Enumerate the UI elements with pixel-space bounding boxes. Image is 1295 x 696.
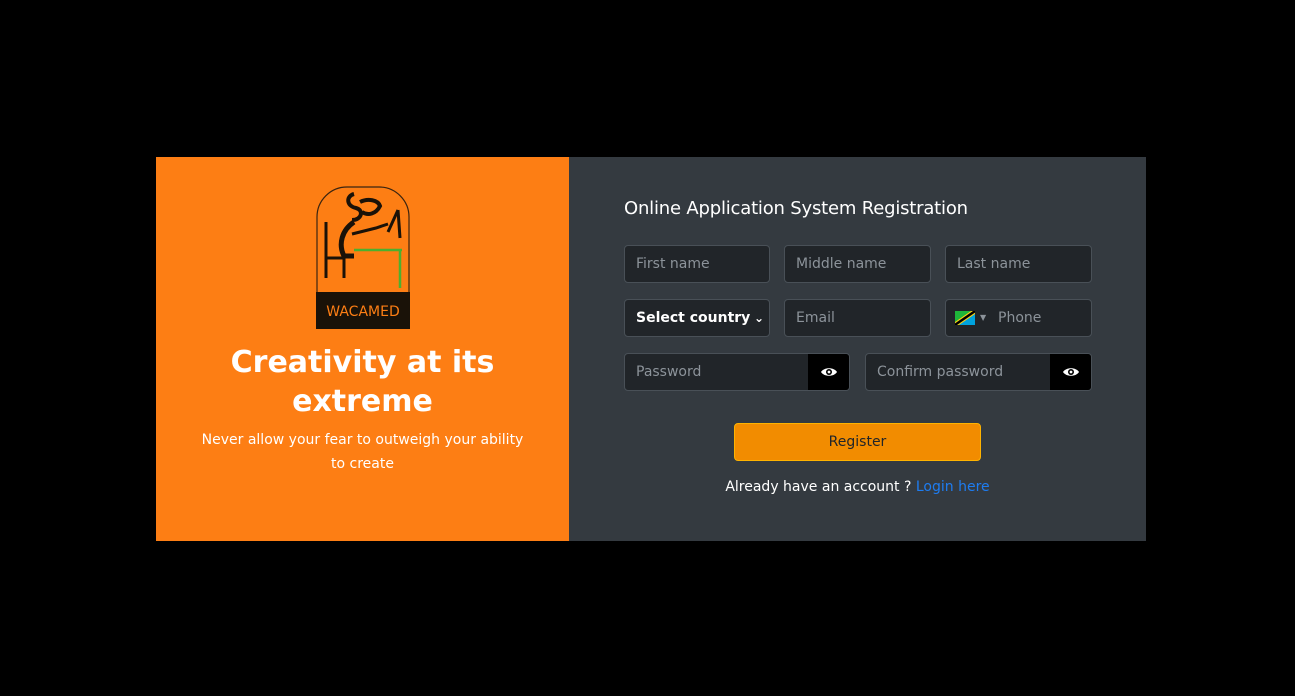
registration-card: WACAMED Creativity at its extreme Never … bbox=[156, 157, 1146, 541]
caret-down-icon[interactable]: ▼ bbox=[980, 300, 986, 336]
form-panel: Online Application System Registration F… bbox=[569, 157, 1146, 541]
login-link[interactable]: Login here bbox=[916, 479, 990, 495]
eye-icon bbox=[821, 368, 837, 376]
toggle-confirm-password-visibility-button[interactable] bbox=[1050, 354, 1091, 390]
middle-name-input[interactable]: Middle name bbox=[784, 245, 931, 283]
first-name-placeholder: First name bbox=[636, 256, 710, 272]
hero-subline: Never allow your fear to outweigh your a… bbox=[201, 432, 524, 472]
email-placeholder: Email bbox=[796, 310, 835, 326]
tanzania-flag-icon[interactable] bbox=[955, 311, 975, 325]
toggle-password-visibility-button[interactable] bbox=[808, 354, 849, 390]
confirm-password-placeholder: Confirm password bbox=[877, 364, 1004, 380]
phone-placeholder: Phone bbox=[998, 310, 1042, 326]
hero-tagline: Creativity at its extreme bbox=[230, 345, 495, 419]
logo-text: WACAMED bbox=[326, 304, 399, 320]
confirm-password-input[interactable]: Confirm password bbox=[865, 353, 1092, 391]
eye-icon bbox=[1063, 368, 1079, 376]
form-title: Online Application System Registration bbox=[624, 198, 968, 219]
phone-input[interactable]: ▼ Phone bbox=[945, 299, 1092, 337]
login-prompt-text: Already have an account ? bbox=[725, 479, 912, 495]
login-prompt-line: Already have an account ? Login here bbox=[569, 479, 1146, 495]
password-input[interactable]: Password bbox=[624, 353, 850, 391]
email-input[interactable]: Email bbox=[784, 299, 931, 337]
chevron-down-icon: ⌄ bbox=[753, 311, 764, 325]
password-placeholder: Password bbox=[636, 364, 702, 380]
first-name-input[interactable]: First name bbox=[624, 245, 770, 283]
country-selected-value: Select country bbox=[636, 310, 751, 326]
wacamed-logo: WACAMED bbox=[316, 186, 410, 329]
last-name-input[interactable]: Last name bbox=[945, 245, 1092, 283]
last-name-placeholder: Last name bbox=[957, 256, 1031, 272]
hero-panel: WACAMED Creativity at its extreme Never … bbox=[156, 157, 569, 541]
register-button[interactable]: Register bbox=[734, 423, 981, 461]
middle-name-placeholder: Middle name bbox=[796, 256, 887, 272]
country-select[interactable]: Select country ⌄ bbox=[624, 299, 770, 337]
